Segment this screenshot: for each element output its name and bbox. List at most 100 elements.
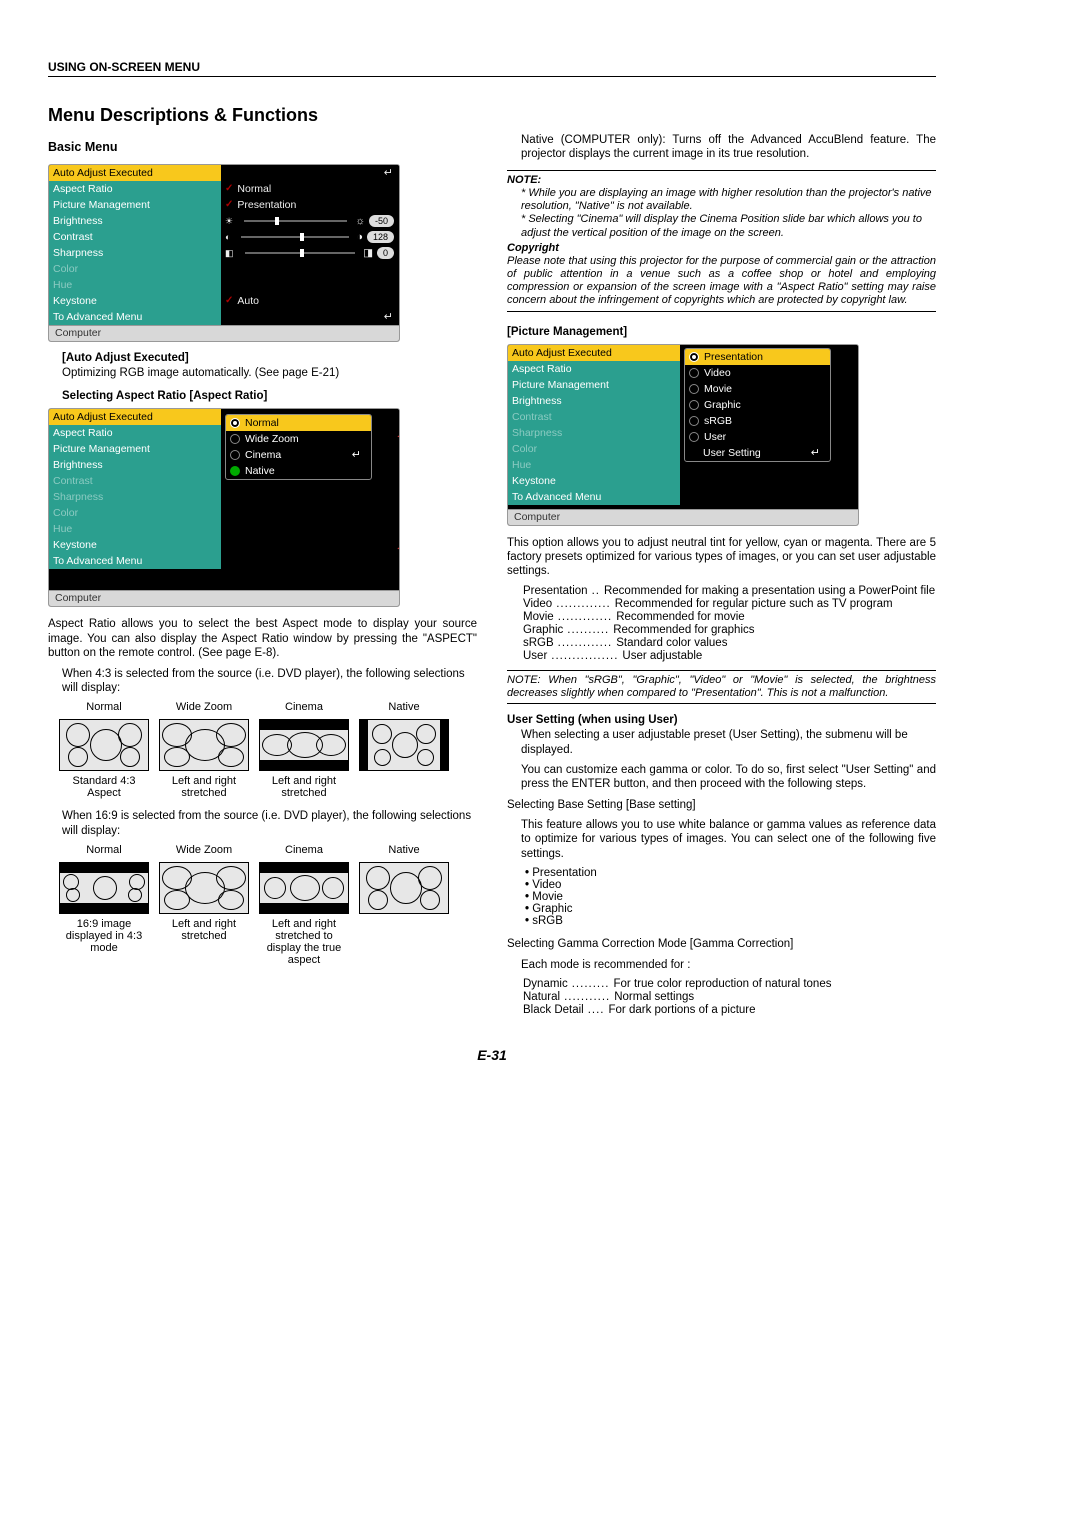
list-def: For dark portions of a picture (609, 1004, 937, 1016)
menu-item: Auto Adjust Executed (49, 409, 221, 425)
submenu-item: Presentation (704, 349, 763, 365)
menu-footer: Computer (49, 325, 399, 341)
menu-value: Presentation (237, 197, 296, 213)
menu-item-disabled: Sharpness (508, 425, 680, 441)
user-setting-p2: You can customize each gamma or color. T… (521, 763, 936, 792)
contrast-icon (225, 229, 233, 245)
menu-item-disabled: Sharpness (49, 489, 221, 505)
value-pill: 0 (377, 247, 394, 259)
radio-on-icon (230, 418, 240, 428)
menu-item: Keystone (508, 473, 680, 489)
menu-item-disabled: Contrast (508, 409, 680, 425)
note-text: * While you are displaying an image with… (521, 187, 936, 213)
menu-item: Picture Management (49, 441, 221, 457)
base-setting-text: This feature allows you to use white bal… (521, 818, 936, 861)
menu-item-disabled: Color (508, 441, 680, 457)
aspect-labels-bottom-169: 16:9 image displayed in 4:3 modeLeft and… (58, 918, 477, 966)
pm-submenu: Presentation Video Movie Graphic sRGB Us… (684, 348, 831, 462)
note-label: NOTE: (507, 174, 541, 186)
aspect-diagrams-169 (58, 860, 477, 916)
list-term: Black Detail (523, 1004, 584, 1016)
basic-menu-heading: Basic Menu (48, 140, 477, 154)
user-setting-heading: User Setting (when using User) (507, 714, 936, 726)
left-column: Menu Descriptions & Functions Basic Menu… (48, 95, 477, 1017)
enter-icon: ↵ (352, 447, 361, 463)
aspect-description: Aspect Ratio allows you to select the be… (48, 617, 477, 660)
list-term: Video (523, 598, 552, 610)
menu-item: Keystone (49, 537, 221, 553)
base-setting-heading: Selecting Base Setting [Base setting] (507, 798, 936, 812)
sharpness-icon (225, 245, 237, 261)
list-term: Presentation (523, 585, 588, 597)
radio-icon (689, 432, 699, 442)
aspect-labels-top: NormalWide ZoomCinemaNative (58, 701, 477, 713)
menu-item-disabled: Color (49, 261, 221, 277)
gamma-heading: Selecting Gamma Correction Mode [Gamma C… (507, 937, 936, 951)
menu-item: Auto Adjust Executed (508, 345, 680, 361)
submenu-item: User (704, 429, 726, 445)
list-def: Recommended for making a presentation us… (604, 585, 936, 597)
aspect-ratio-heading: Selecting Aspect Ratio [Aspect Ratio] (62, 390, 477, 402)
auto-adjust-text: Optimizing RGB image automatically. (See… (62, 366, 477, 380)
menu-item: Aspect Ratio (508, 361, 680, 377)
aspect-labels-bottom: Standard 4:3 AspectLeft and right stretc… (58, 775, 477, 799)
picture-management-heading: [Picture Management] (507, 326, 936, 338)
slider (244, 220, 347, 222)
auto-adjust-heading: [Auto Adjust Executed] (62, 352, 477, 364)
list-term: Graphic (523, 624, 563, 636)
value-pill: 128 (367, 231, 394, 243)
list-term: sRGB (523, 637, 554, 649)
radio-icon (689, 416, 699, 426)
when-43-text: When 4:3 is selected from the source (i.… (62, 667, 477, 696)
menu-item: Sharpness (49, 245, 221, 261)
menu-item-disabled: Color (49, 505, 221, 521)
base-setting-list: Presentation Video Movie Graphic sRGB (525, 867, 936, 927)
list-def: Recommended for regular picture such as … (615, 598, 936, 610)
triangle-icon: ◀ (397, 431, 400, 442)
menu-item: Brightness (49, 213, 221, 229)
list-def: Recommended for graphics (613, 624, 936, 636)
menu-item-disabled: Hue (508, 457, 680, 473)
check-icon: ✓ (225, 181, 233, 197)
aspect-submenu: Normal Wide Zoom Cinema↵ Native (225, 414, 372, 480)
submenu-item: User Setting (703, 445, 761, 461)
menu-value: Auto (237, 293, 259, 309)
native-text: Native (COMPUTER only): Turns off the Ad… (521, 133, 936, 162)
radio-on-icon (689, 352, 699, 362)
pm-note-real: NOTE: When "sRGB", "Graphic", "Video" or… (507, 670, 936, 704)
copyright-label: Copyright (507, 242, 559, 254)
copyright-text: Please note that using this projector fo… (507, 255, 936, 308)
menu-item: Contrast (49, 229, 221, 245)
note-text: * Selecting "Cinema" will display the Ci… (521, 213, 936, 239)
slider (241, 236, 348, 238)
basic-menu-screenshot: Auto Adjust Executed↵ Aspect Ratio✓Norma… (48, 164, 400, 342)
radio-icon (689, 384, 699, 394)
menu-item: Picture Management (508, 377, 680, 393)
radio-icon (230, 434, 240, 444)
enter-icon: ↵ (384, 165, 393, 181)
aspect-diagrams-43 (58, 717, 477, 773)
menu-item: Keystone (49, 293, 221, 309)
page-number: E-31 (48, 1047, 936, 1063)
menu-item: To Advanced Menu (49, 553, 221, 569)
submenu-item: Normal (245, 415, 279, 431)
half-icon: ◑ (357, 229, 363, 245)
list-term: Movie (523, 611, 554, 623)
menu-item: Aspect Ratio (49, 425, 221, 441)
sun-icon: ☼ (355, 213, 365, 229)
menu-item: Auto Adjust Executed (49, 165, 221, 181)
right-column: Native (COMPUTER only): Turns off the Ad… (507, 95, 936, 1017)
submenu-item: Video (704, 365, 731, 381)
list-def: Normal settings (614, 991, 936, 1003)
value-pill: -50 (369, 215, 394, 227)
menu-item-disabled: Contrast (49, 473, 221, 489)
enter-icon: ↵ (384, 309, 393, 325)
list-def: For true color reproduction of natural t… (614, 978, 937, 990)
check-icon: ✓ (225, 197, 233, 213)
submenu-item: Wide Zoom (245, 431, 299, 447)
check-icon: ✓ (225, 293, 233, 309)
brightness-icon (225, 213, 236, 229)
aspect-menu-screenshot: Auto Adjust Executed Aspect Ratio Pictur… (48, 408, 400, 607)
enter-icon: ↵ (811, 445, 820, 461)
menu-item: Picture Management (49, 197, 221, 213)
